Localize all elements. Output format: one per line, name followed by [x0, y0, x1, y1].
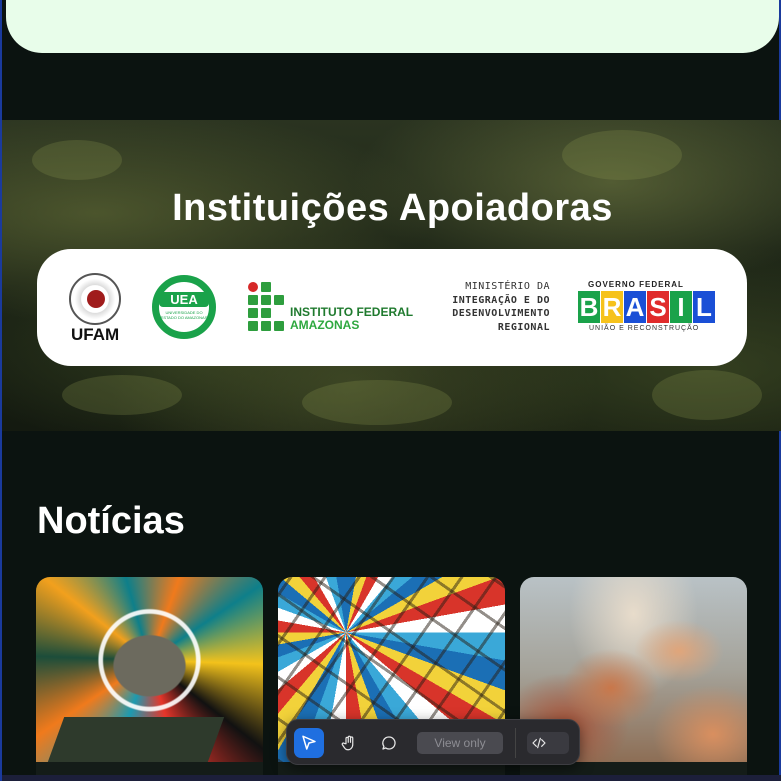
news-section-title: Notícias	[37, 500, 185, 542]
hand-icon[interactable]	[334, 728, 364, 758]
ifam-line2: AMAZONAS	[290, 318, 360, 332]
brasil-letter: A	[624, 291, 646, 323]
uea-logo-text: UEA	[159, 292, 209, 307]
ministerio-line1: MINISTÉRIO DA	[465, 281, 550, 292]
uea-logo[interactable]: UEA UNIVERSIDADE DO ESTADO DO AMAZONAS	[152, 275, 216, 339]
gov-brasil-logo[interactable]: B R A S I L	[578, 291, 715, 323]
bottom-edge	[2, 775, 781, 781]
brasil-letter: S	[647, 291, 669, 323]
foliage-decoration	[302, 380, 452, 425]
supporters-title: Instituições Apoiadoras	[172, 187, 613, 229]
foliage-decoration	[652, 370, 762, 420]
ufam-seal-logo[interactable]	[69, 273, 121, 325]
news-card-image	[36, 577, 263, 762]
ufam-logo-text: UFAM	[71, 325, 120, 344]
toolbar-divider	[515, 728, 516, 758]
foliage-decoration	[32, 140, 122, 180]
cursor-arrow-icon[interactable]	[294, 728, 324, 758]
view-only-button[interactable]: View only	[417, 732, 503, 754]
ministerio-line4: REGIONAL	[497, 321, 550, 333]
brasil-letter: L	[693, 291, 715, 323]
code-brackets-icon[interactable]	[527, 732, 569, 754]
ministerio-line2: INTEGRAÇÃO E DO	[452, 294, 550, 306]
gov-slogan: UNIÃO E RECONSTRUÇÃO	[589, 325, 700, 332]
top-card	[6, 0, 779, 53]
news-card[interactable]	[36, 577, 263, 781]
comment-bubble-icon[interactable]	[374, 728, 404, 758]
design-toolbar: View only	[286, 719, 580, 765]
gov-federal-label: GOVERNO FEDERAL	[588, 280, 684, 289]
uea-logo-subtext: UNIVERSIDADE DO ESTADO DO AMAZONAS	[160, 310, 208, 320]
ministerio-line3: DESENVOLVIMENTO	[452, 308, 550, 319]
brasil-letter: I	[670, 291, 692, 323]
ifam-line1: INSTITUTO FEDERAL	[290, 305, 414, 319]
supporters-logo-bar: UFAM UEA UNIVERSIDADE DO ESTADO DO AMAZO…	[37, 249, 747, 366]
ministerio-logo[interactable]: MINISTÉRIO DA INTEGRAÇÃO E DO DESENVOLVI…	[437, 280, 550, 334]
ifam-logo-grid[interactable]	[248, 282, 288, 332]
brasil-letter: B	[578, 291, 600, 323]
ifam-logo-text: INSTITUTO FEDERAL AMAZONAS	[290, 306, 413, 332]
foliage-decoration	[62, 375, 182, 415]
mural-table-decoration	[47, 717, 225, 762]
foliage-decoration	[562, 130, 682, 180]
brasil-letter: R	[601, 291, 623, 323]
